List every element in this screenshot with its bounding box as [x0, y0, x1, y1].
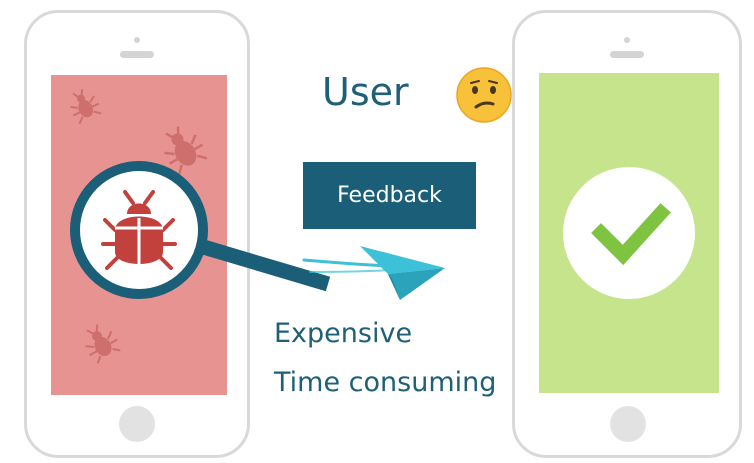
fixed-phone [512, 10, 742, 458]
fixed-screen [539, 73, 719, 393]
check-circle [563, 167, 695, 299]
confused-face-icon [456, 67, 512, 123]
cost-time-consuming: Time consuming [274, 367, 497, 398]
small-bug-icon [164, 126, 208, 175]
buggy-phone [24, 10, 250, 458]
small-bug-icon [85, 324, 121, 364]
feedback-box: Feedback [303, 162, 476, 229]
feedback-label: Feedback [337, 183, 442, 208]
phone-speaker [610, 51, 644, 58]
phone-camera [624, 37, 630, 43]
user-label: User [322, 70, 409, 114]
home-button [119, 406, 155, 442]
phone-speaker [120, 51, 154, 58]
buggy-screen [51, 75, 227, 395]
home-button [610, 406, 646, 442]
phone-camera [134, 37, 140, 43]
paper-plane-icon [302, 246, 445, 300]
cost-expensive: Expensive [274, 318, 413, 349]
small-bug-icon [70, 89, 102, 125]
